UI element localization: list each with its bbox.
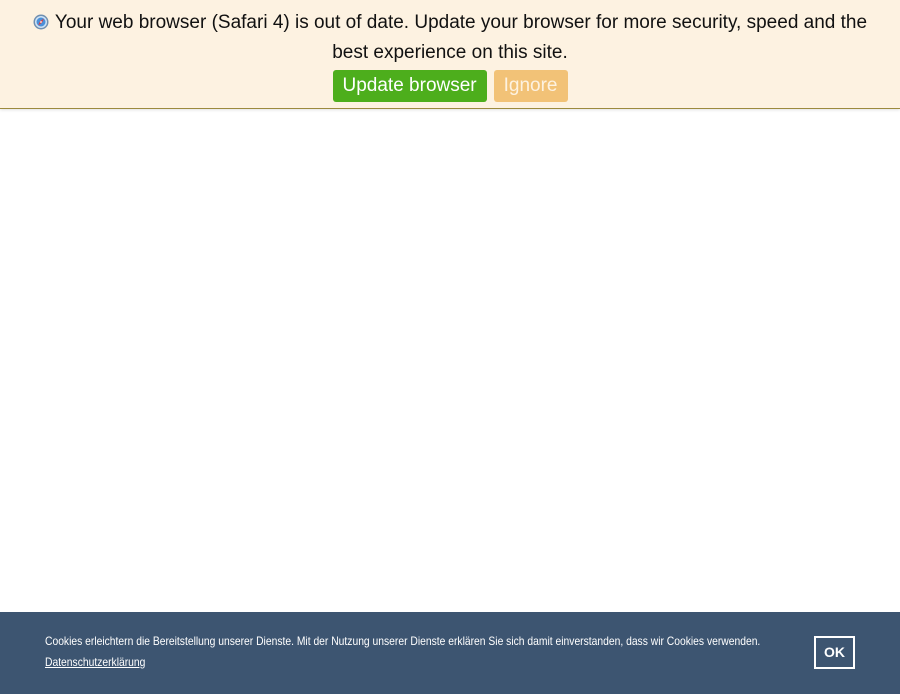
cookie-message-container: Cookies erleichtern die Bereitstellung u…: [45, 631, 775, 673]
page: Your web browser (Safari 4) is out of da…: [0, 0, 900, 700]
browser-update-actions: Update browser Ignore: [0, 70, 900, 102]
update-browser-button[interactable]: Update browser: [332, 70, 487, 102]
page-bottom-strip: [0, 694, 900, 700]
browser-update-banner: Your web browser (Safari 4) is out of da…: [0, 0, 900, 109]
cookie-consent-bar: Cookies erleichtern die Bereitstellung u…: [0, 612, 900, 694]
cookie-message: Cookies erleichtern die Bereitstellung u…: [45, 634, 761, 648]
safari-browser-icon: [33, 14, 49, 30]
privacy-policy-link[interactable]: Datenschutzerklärung: [45, 655, 145, 669]
cookie-ok-button[interactable]: OK: [814, 636, 855, 669]
ignore-button[interactable]: Ignore: [493, 70, 568, 102]
browser-update-message: Your web browser (Safari 4) is out of da…: [54, 12, 868, 63]
browser-update-message-container: Your web browser (Safari 4) is out of da…: [0, 8, 900, 68]
